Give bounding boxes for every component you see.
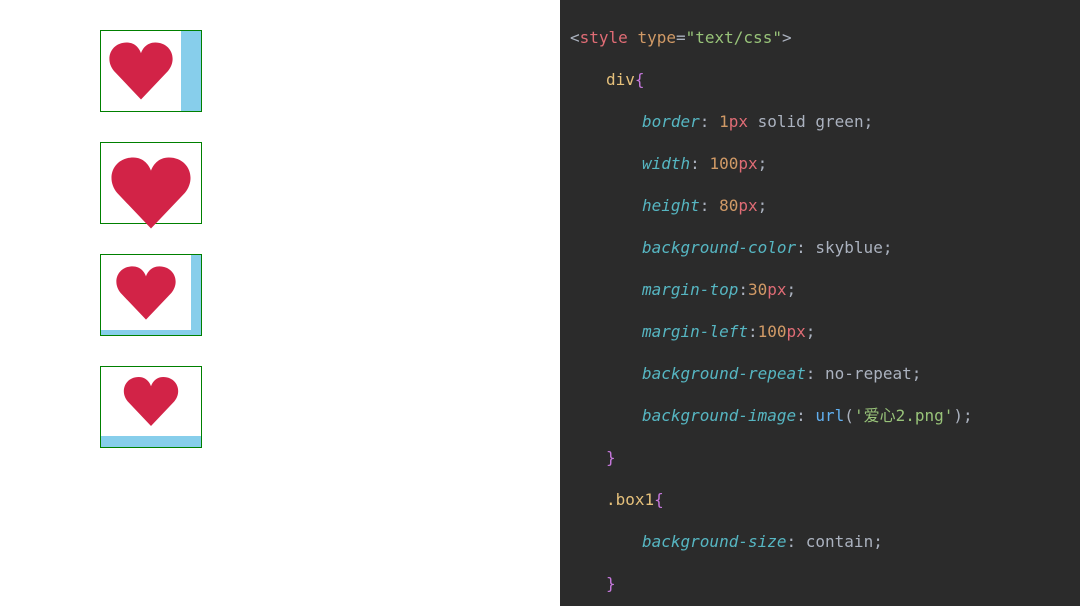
code-line: <style type="text/css"> [570,27,1070,48]
code-line: border: 1px solid green; [570,111,1070,132]
code-line: } [570,447,1070,468]
code-line: background-color: skyblue; [570,237,1070,258]
preview-box1 [100,30,202,112]
preview-box3 [100,254,202,336]
code-line: margin-top:30px; [570,279,1070,300]
code-line: background-size: contain; [570,531,1070,552]
code-line: width: 100px; [570,153,1070,174]
code-line: height: 80px; [570,195,1070,216]
code-line: .box1{ [570,489,1070,510]
code-line: div{ [570,69,1070,90]
code-line: margin-left:100px; [570,321,1070,342]
heart-icon [105,263,187,323]
code-panel: <style type="text/css"> div{ border: 1px… [560,0,1080,606]
preview-box4 [100,366,202,448]
code-line: background-image: url('爱心2.png'); [570,405,1070,426]
heart-icon [106,153,196,233]
preview-box2 [100,142,202,224]
heart-icon [105,39,177,103]
rendered-preview [0,0,560,606]
code-line: background-repeat: no-repeat; [570,363,1070,384]
heart-icon [106,374,196,429]
code-line: } [570,573,1070,594]
page-root: <style type="text/css"> div{ border: 1px… [0,0,1080,606]
